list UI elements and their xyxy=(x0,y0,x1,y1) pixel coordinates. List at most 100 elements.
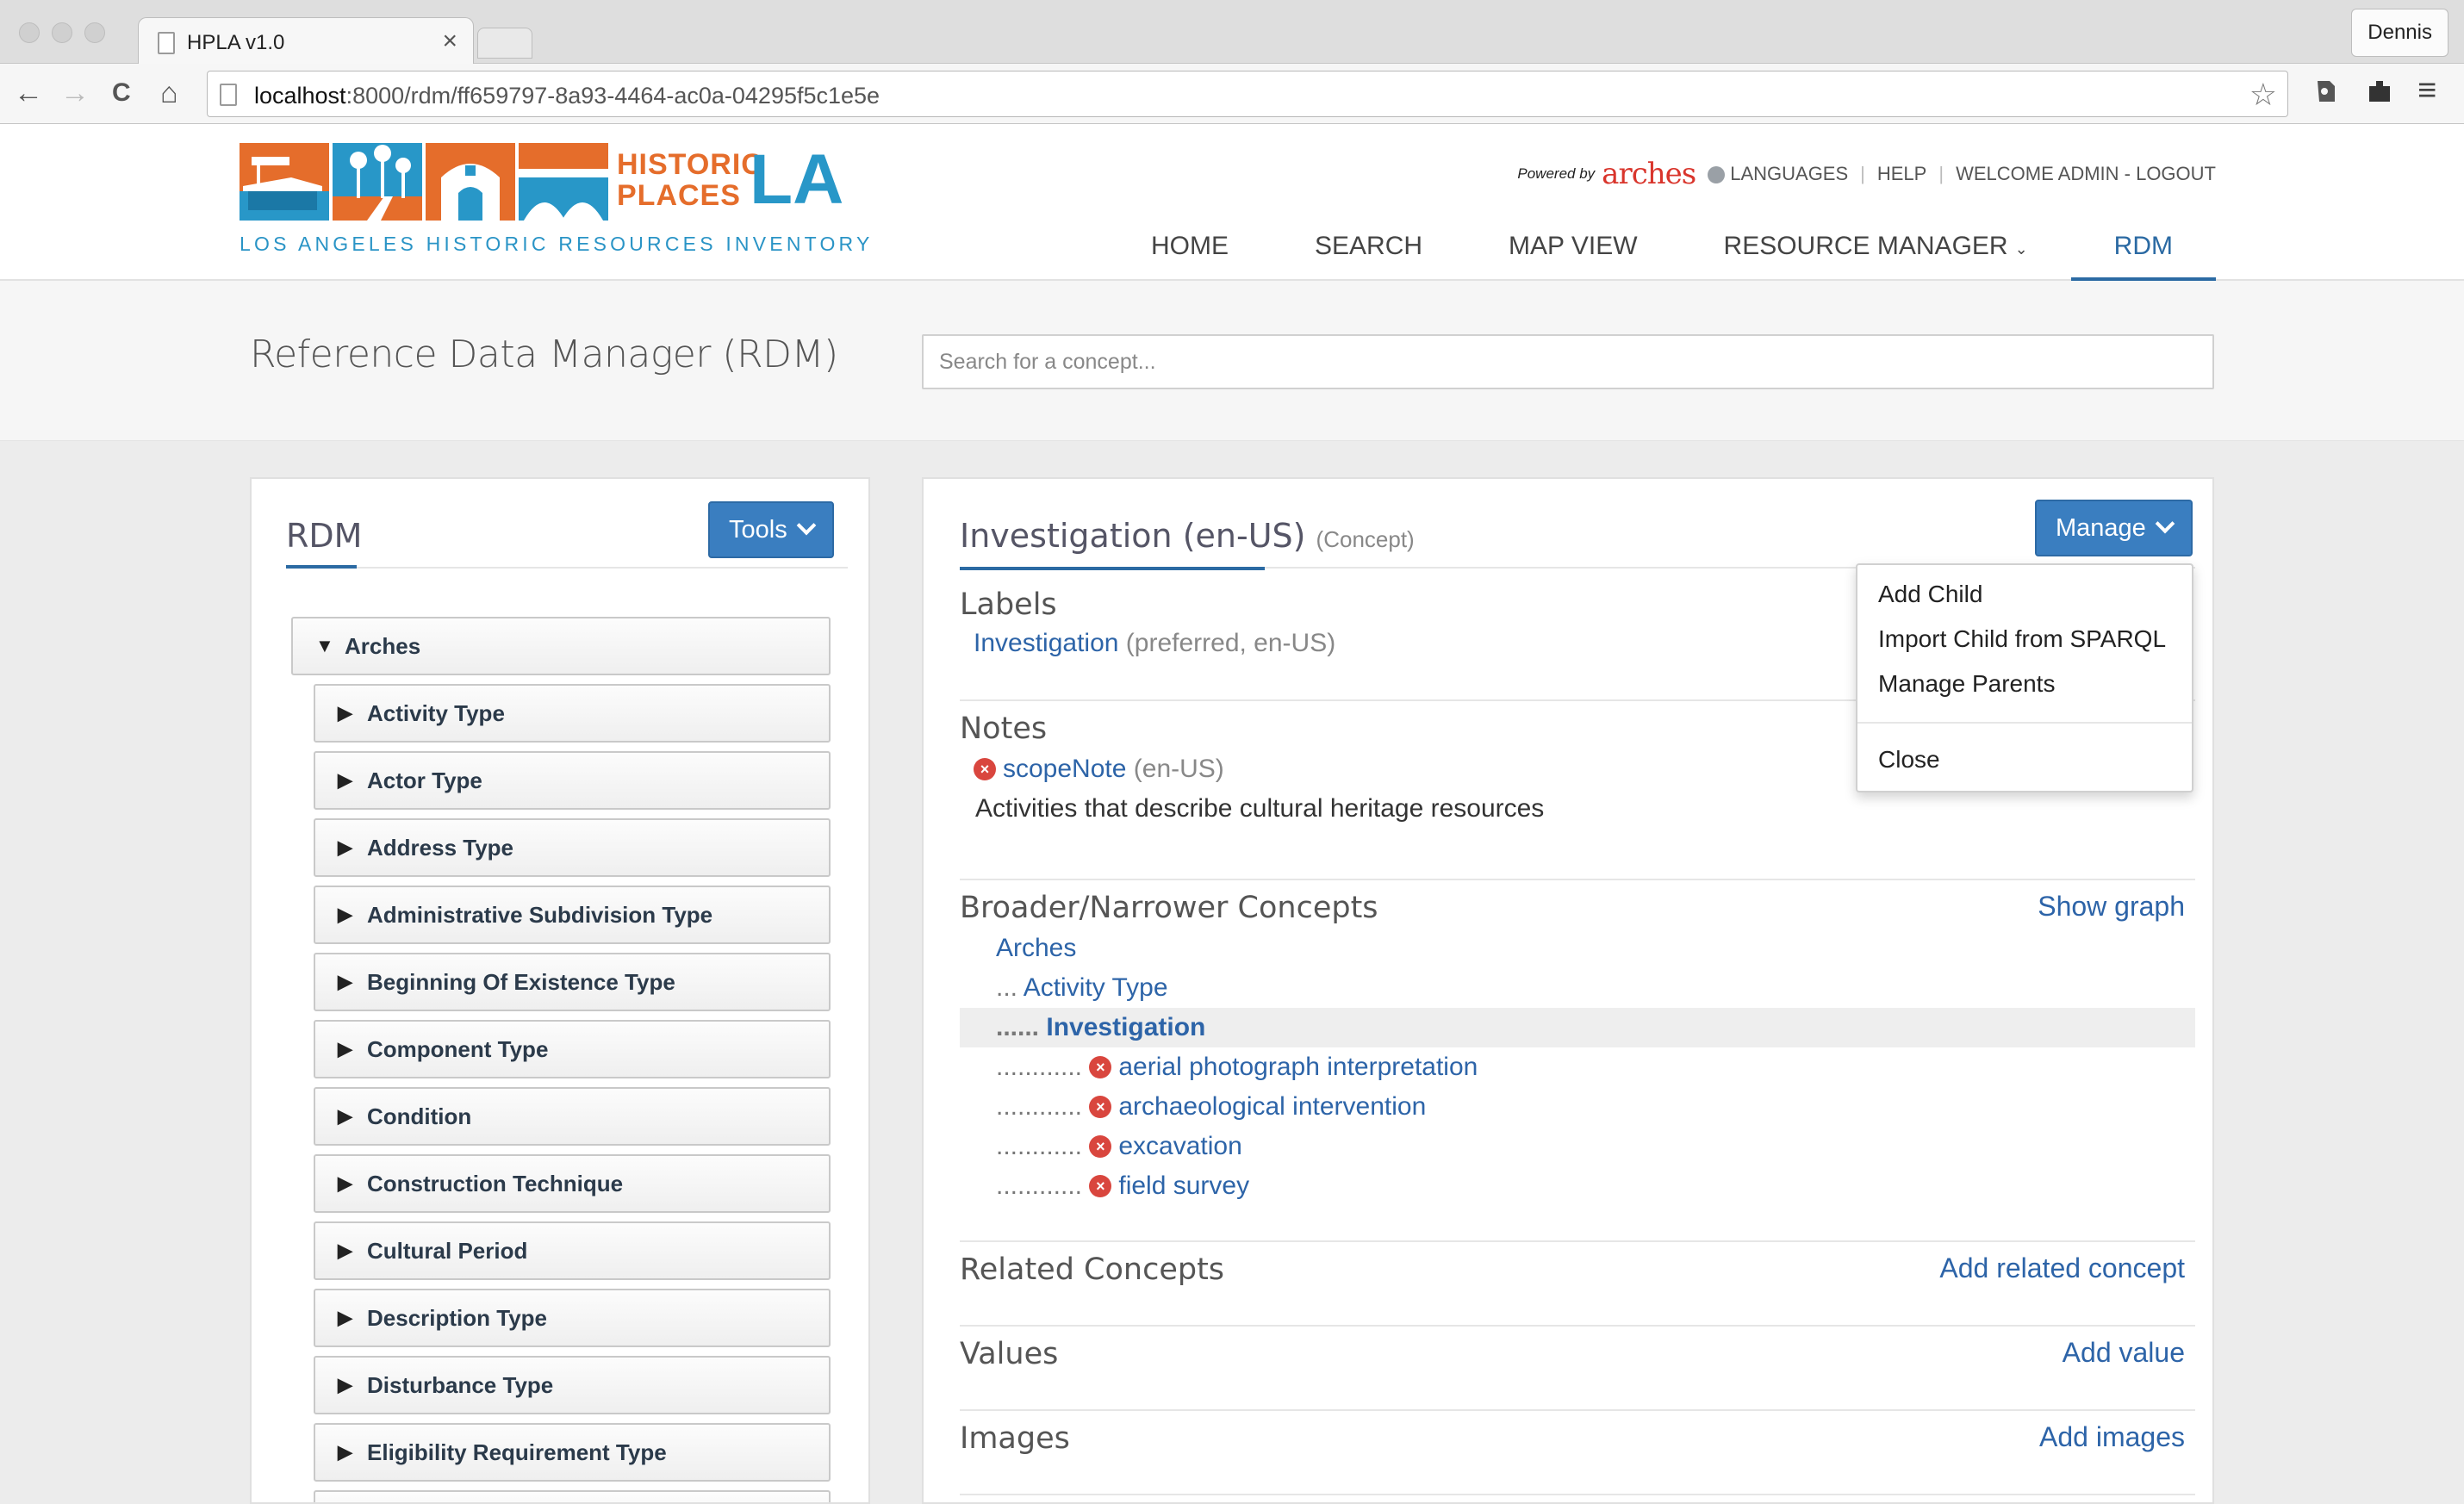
logo-tile-palms xyxy=(333,143,422,221)
expanded-arrow-icon[interactable]: ▼ xyxy=(315,618,334,674)
tree-node[interactable]: ▶ Activity Type xyxy=(314,684,831,743)
concept-title: Investigation (en-US) (Concept) xyxy=(960,517,1415,555)
extension-evernote-icon[interactable] xyxy=(2312,78,2338,112)
help-link[interactable]: HELP xyxy=(1877,163,1926,185)
delete-icon[interactable]: × xyxy=(974,758,996,780)
tree-node-arches[interactable]: ▼ Arches xyxy=(291,617,831,675)
collapsed-arrow-icon[interactable]: ▶ xyxy=(338,1156,352,1211)
collapsed-arrow-icon[interactable]: ▶ xyxy=(338,954,352,1010)
nav-map-view[interactable]: MAP VIEW xyxy=(1465,217,1680,281)
forward-icon[interactable]: → xyxy=(60,76,90,110)
show-graph-link[interactable]: Show graph xyxy=(2038,891,2185,923)
arches-logo[interactable]: arches xyxy=(1602,157,1696,191)
tree-node[interactable] xyxy=(314,1490,831,1502)
hierarchy-link[interactable]: field survey xyxy=(1118,1172,1249,1200)
menu-item-add-child[interactable]: Add Child xyxy=(1878,581,1982,608)
hierarchy-link[interactable]: excavation xyxy=(1118,1132,1241,1160)
delete-icon[interactable]: × xyxy=(1089,1056,1112,1078)
back-icon[interactable]: ← xyxy=(14,76,43,110)
tree-node[interactable]: ▶ Address Type xyxy=(314,818,831,877)
nav-rdm[interactable]: RDM xyxy=(2070,217,2217,281)
home-icon[interactable]: ⌂ xyxy=(160,76,178,110)
hierarchy-link[interactable]: archaeological intervention xyxy=(1118,1092,1426,1121)
add-images-link[interactable]: Add images xyxy=(2039,1421,2185,1453)
collapsed-arrow-icon[interactable]: ▶ xyxy=(338,753,352,808)
hierarchy-link[interactable]: Activity Type xyxy=(1024,973,1168,1002)
browser-menu-icon[interactable]: ≡ xyxy=(2417,72,2436,109)
collapsed-arrow-icon[interactable]: ▶ xyxy=(338,686,352,741)
tab-close-icon[interactable]: × xyxy=(442,27,457,56)
collapsed-arrow-icon[interactable]: ▶ xyxy=(338,1022,352,1077)
hierarchy-link[interactable]: Arches xyxy=(996,934,1076,962)
manage-dropdown-menu: Add Child Import Child from SPARQL Manag… xyxy=(1856,563,2193,792)
values-heading: Values xyxy=(960,1337,1059,1371)
note-type-link[interactable]: scopeNote xyxy=(1003,755,1126,783)
heading-underline xyxy=(960,567,1265,570)
tree-node[interactable]: ▶ Condition xyxy=(314,1087,831,1146)
site-logo[interactable]: HISTORIC PLACES LA LOS ANGELES HISTORIC … xyxy=(240,140,869,264)
window-minimize-dot[interactable] xyxy=(52,22,72,43)
menu-item-import-sparql[interactable]: Import Child from SPARQL xyxy=(1878,625,2166,653)
chevron-down-icon xyxy=(796,515,817,536)
window-close-dot[interactable] xyxy=(19,22,40,43)
tree-node[interactable]: ▶ Disturbance Type xyxy=(314,1356,831,1414)
welcome-logout-link[interactable]: WELCOME ADMIN - LOGOUT xyxy=(1956,163,2216,185)
hierarchy-child: ............ × field survey xyxy=(996,1172,1250,1200)
logo-tile-bridge xyxy=(519,143,608,221)
collapsed-arrow-icon[interactable]: ▶ xyxy=(338,1089,352,1144)
menu-item-manage-parents[interactable]: Manage Parents xyxy=(1878,670,2055,698)
broader-narrower-heading: Broader/Narrower Concepts xyxy=(960,891,1378,925)
collapsed-arrow-icon[interactable]: ▶ xyxy=(338,1290,352,1346)
rdm-tree-panel: RDM Tools ▼ Arches ▶ Activity Type ▶ Actor … xyxy=(250,477,870,1504)
collapsed-arrow-icon[interactable]: ▶ xyxy=(338,887,352,942)
nav-search[interactable]: SEARCH xyxy=(1272,217,1465,281)
page-title-band: Reference Data Manager (RDM) xyxy=(0,281,2464,441)
window-zoom-dot[interactable] xyxy=(84,22,105,43)
globe-icon xyxy=(1708,166,1726,184)
collapsed-arrow-icon[interactable]: ▶ xyxy=(338,1223,352,1278)
new-tab-button[interactable] xyxy=(477,28,532,59)
manage-button[interactable]: Manage xyxy=(2035,500,2193,556)
utility-bar: Powered by arches LANGUAGES | HELP | WEL… xyxy=(1517,157,2216,191)
logo-tile-mission xyxy=(426,143,515,221)
add-value-link[interactable]: Add value xyxy=(2063,1337,2185,1369)
collapsed-arrow-icon[interactable]: ▶ xyxy=(338,820,352,875)
tree-node[interactable]: ▶ Beginning Of Existence Type xyxy=(314,953,831,1011)
logo-tile-building xyxy=(240,143,329,221)
hierarchy-link[interactable]: aerial photograph interpretation xyxy=(1118,1053,1478,1081)
address-bar[interactable]: localhost:8000/rdm/ff659797-8a93-4464-ac… xyxy=(207,71,2288,117)
add-related-concept-link[interactable]: Add related concept xyxy=(1939,1252,2185,1284)
heading-underline xyxy=(286,565,357,569)
menu-divider xyxy=(1857,722,2192,724)
browser-toolbar: ← → C ⌂ localhost:8000/rdm/ff659797-8a93… xyxy=(0,64,2464,124)
hierarchy-current: ...... Investigation xyxy=(960,1008,2195,1047)
reload-icon[interactable]: C xyxy=(112,76,131,110)
tree-node[interactable]: ▶ Administrative Subdivision Type xyxy=(314,886,831,944)
extension-puzzle-icon[interactable] xyxy=(2366,78,2393,112)
collapsed-arrow-icon[interactable]: ▶ xyxy=(338,1425,352,1480)
tree-node[interactable]: ▶ Cultural Period xyxy=(314,1221,831,1280)
concept-search-input[interactable] xyxy=(922,334,2214,389)
delete-icon[interactable]: × xyxy=(1089,1175,1112,1197)
browser-tab-active[interactable]: HPLA v1.0 × xyxy=(138,17,474,65)
delete-icon[interactable]: × xyxy=(1089,1096,1112,1118)
page-info-icon[interactable] xyxy=(220,84,237,106)
nav-resource-manager[interactable]: RESOURCE MANAGER ⌄ xyxy=(1681,217,2071,281)
concept-detail-panel: Investigation (en-US) (Concept) Manage L… xyxy=(922,477,2214,1504)
tree-node[interactable]: ▶ Actor Type xyxy=(314,751,831,810)
menu-item-close[interactable]: Close xyxy=(1878,746,1940,774)
tree-node[interactable]: ▶ Construction Technique xyxy=(314,1154,831,1213)
tree-node[interactable]: ▶ Component Type xyxy=(314,1020,831,1078)
bookmark-star-icon[interactable]: ☆ xyxy=(2249,77,2277,113)
nav-home[interactable]: HOME xyxy=(1108,217,1272,281)
profile-button[interactable]: Dennis xyxy=(2351,9,2448,57)
concept-tree: ▼ Arches ▶ Activity Type ▶ Actor Type ▶ Addr… xyxy=(291,617,831,1502)
label-link[interactable]: Investigation xyxy=(974,629,1118,657)
tree-node[interactable]: ▶ Description Type xyxy=(314,1289,831,1347)
collapsed-arrow-icon[interactable]: ▶ xyxy=(338,1358,352,1413)
tree-node[interactable]: ▶ Eligibility Requirement Type xyxy=(314,1423,831,1482)
chevron-down-icon: ⌄ xyxy=(2014,240,2028,258)
tools-button[interactable]: Tools xyxy=(708,501,834,558)
delete-icon[interactable]: × xyxy=(1089,1135,1112,1158)
languages-link[interactable]: LANGUAGES xyxy=(1708,163,1848,185)
